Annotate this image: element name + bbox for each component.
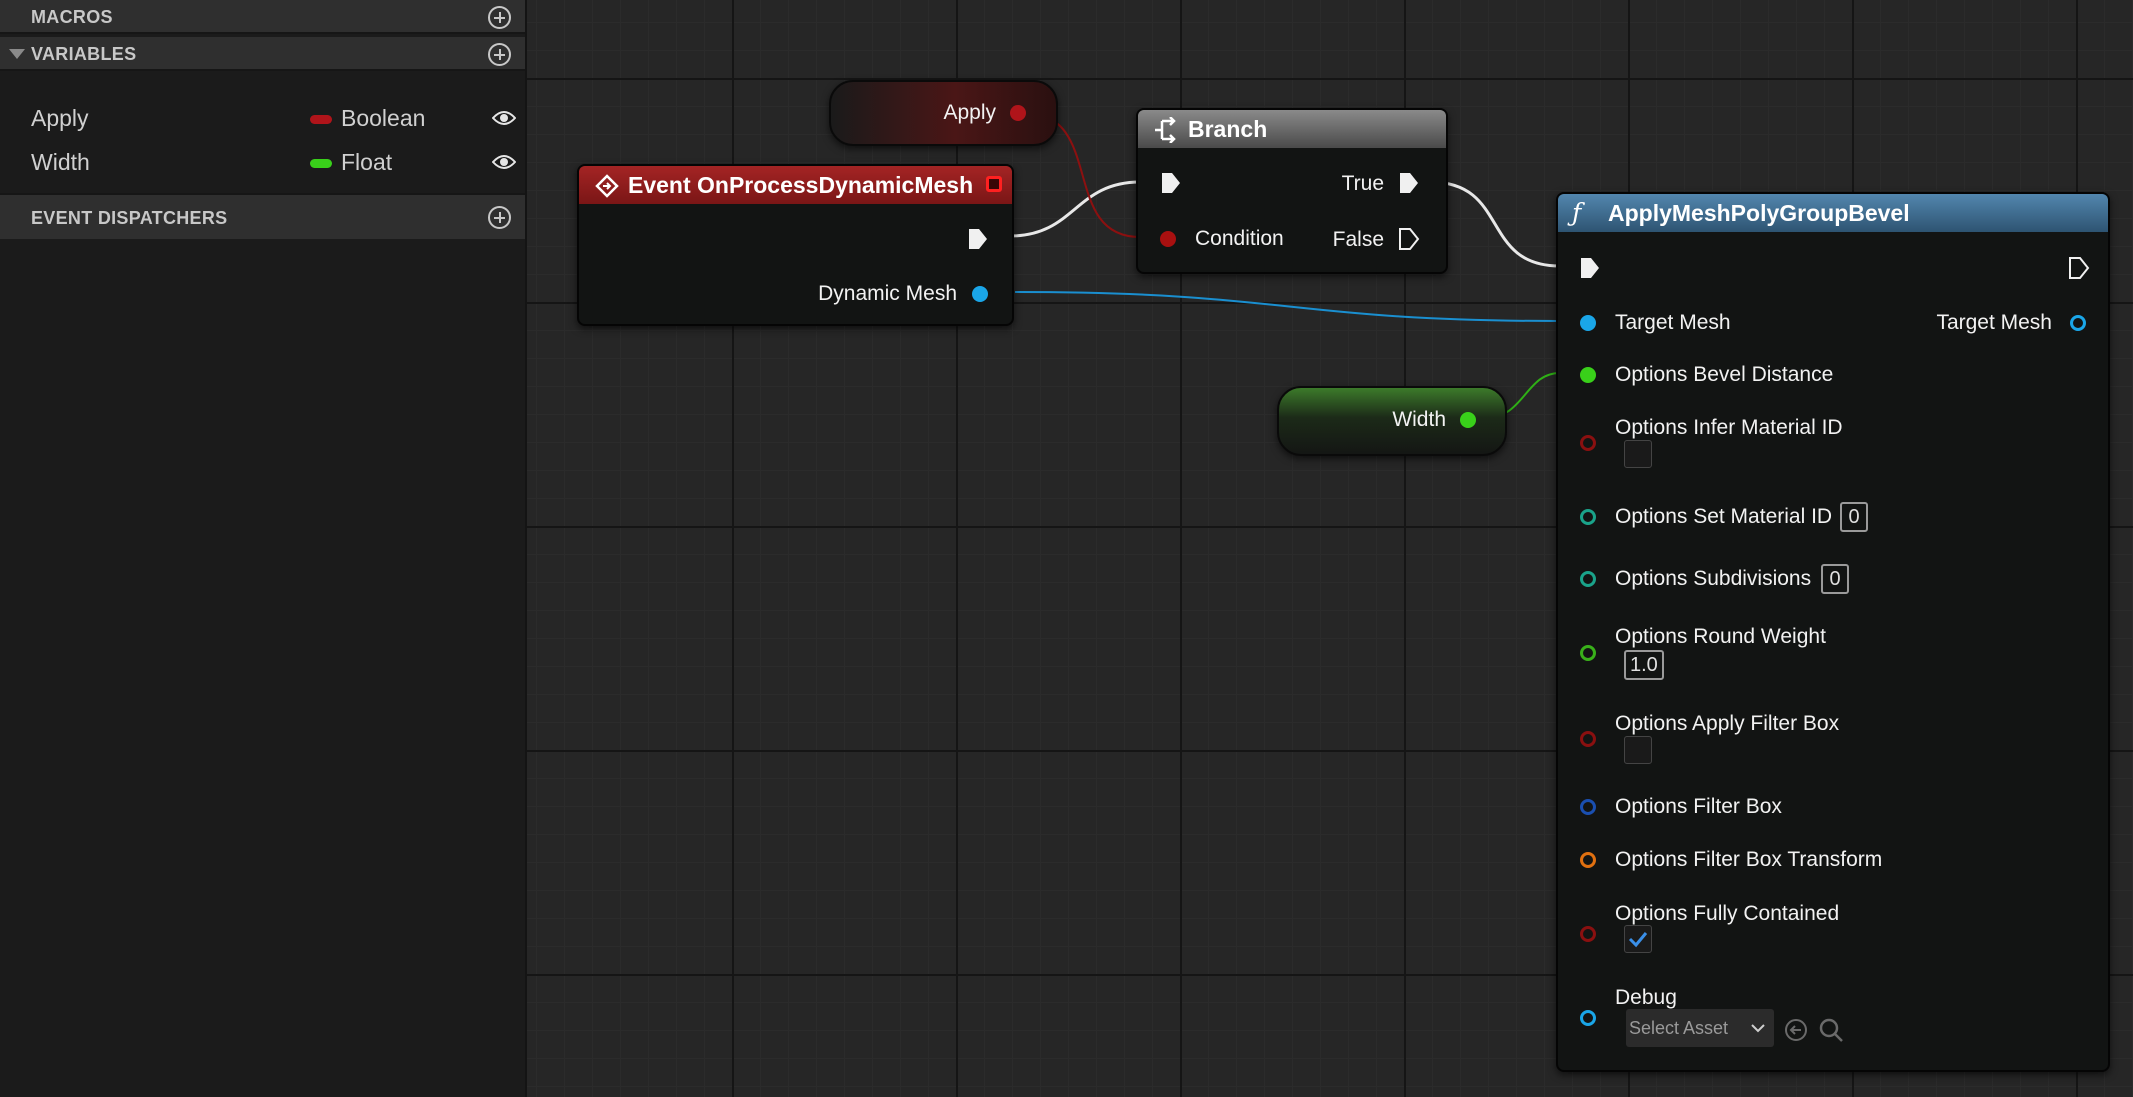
fully-contained-label: Options Fully Contained [1615, 902, 1840, 925]
chevron-down-icon [1751, 1024, 1765, 1033]
function-f-icon: ƒ [1572, 198, 1582, 227]
set-material-id-label: Options Set Material ID [1615, 505, 1833, 528]
branch-icon [1155, 117, 1176, 143]
apply-variable-getter-node[interactable]: Apply [829, 80, 1058, 146]
checkmark-icon [1628, 932, 1648, 948]
target-mesh-output-pin[interactable] [2070, 315, 2086, 331]
subdivisions-label: Options Subdivisions [1615, 567, 1812, 590]
exec-output-pin[interactable] [967, 227, 989, 251]
apply-output-pin[interactable] [1010, 105, 1026, 121]
width-output-pin[interactable] [1460, 412, 1476, 428]
filter-box-label: Options Filter Box [1615, 795, 1782, 818]
round-weight-value-field[interactable]: 1.0 [1624, 650, 1664, 680]
exec-output-pin[interactable] [2068, 256, 2090, 280]
variable-row-apply[interactable]: Apply Boolean [0, 97, 525, 141]
visibility-eye-icon[interactable] [492, 153, 516, 171]
target-mesh-input-label: Target Mesh [1615, 311, 1731, 334]
condition-input-pin[interactable] [1160, 231, 1176, 247]
collapse-arrow-icon[interactable] [9, 49, 25, 59]
filter-box-transform-input-pin[interactable] [1580, 852, 1596, 868]
dynamic-mesh-label: Dynamic Mesh [818, 282, 957, 305]
function-node-header: ƒ ApplyMeshPolyGroupBevel [1558, 194, 2108, 232]
event-node-title: Event OnProcessDynamicMesh [628, 172, 974, 198]
debug-asset-picker[interactable]: Select Asset [1626, 1009, 1774, 1047]
add-event-dispatcher-icon[interactable] [488, 206, 511, 229]
event-dispatchers-title: EVENT DISPATCHERS [31, 208, 228, 228]
true-label: True [1341, 172, 1384, 195]
set-material-id-value-field[interactable]: 0 [1840, 502, 1868, 532]
exec-input-pin[interactable] [1160, 171, 1182, 195]
variable-type: Float [341, 149, 393, 175]
target-mesh-input-pin[interactable] [1580, 315, 1596, 331]
visibility-eye-icon[interactable] [492, 109, 516, 127]
round-weight-label: Options Round Weight [1615, 625, 1826, 648]
subdivisions-input-pin[interactable] [1580, 571, 1596, 587]
function-node-title: ApplyMeshPolyGroupBevel [1608, 200, 1910, 226]
variables-section-header[interactable]: VARIABLES [0, 37, 525, 71]
apply-mesh-polygroup-bevel-node[interactable]: ƒ ApplyMeshPolyGroupBevel Target Mesh Ta… [1556, 192, 2110, 1072]
event-on-process-dynamic-mesh-node[interactable]: Event OnProcessDynamicMesh Dynamic Mesh [577, 164, 1014, 326]
branch-node-title: Branch [1188, 116, 1268, 142]
event-delegate-pin-icon[interactable] [986, 176, 1002, 192]
bevel-distance-input-pin[interactable] [1580, 367, 1596, 383]
fully-contained-checkbox[interactable] [1624, 925, 1652, 953]
false-label: False [1332, 228, 1384, 251]
event-diamond-icon [595, 174, 619, 198]
apply-filter-box-checkbox[interactable] [1624, 736, 1652, 764]
true-exec-output-pin[interactable] [1398, 171, 1420, 195]
select-asset-placeholder: Select Asset [1629, 1018, 1729, 1038]
width-getter-label: Width [1392, 408, 1446, 431]
variables-title: VARIABLES [31, 44, 137, 64]
infer-material-id-label: Options Infer Material ID [1615, 416, 1843, 439]
my-blueprint-panel: MACROS VARIABLES Apply Boolean Width Flo… [0, 0, 527, 1097]
infer-material-id-input-pin[interactable] [1580, 435, 1596, 451]
variable-name: Width [31, 149, 90, 175]
boolean-type-pill-icon [310, 115, 332, 124]
fully-contained-input-pin[interactable] [1580, 926, 1596, 942]
infer-material-id-checkbox[interactable] [1624, 440, 1652, 468]
branch-node-header: Branch [1138, 110, 1446, 148]
variable-name: Apply [31, 105, 89, 131]
apply-getter-label: Apply [943, 101, 996, 124]
macros-title: MACROS [31, 7, 113, 27]
add-macro-icon[interactable] [488, 6, 511, 29]
variable-type: Boolean [341, 105, 426, 131]
condition-label: Condition [1195, 227, 1284, 250]
filter-box-transform-label: Options Filter Box Transform [1615, 848, 1883, 871]
event-node-header: Event OnProcessDynamicMesh [579, 166, 1012, 204]
exec-input-pin[interactable] [1579, 256, 1601, 280]
target-mesh-output-label: Target Mesh [1936, 311, 2052, 334]
debug-input-pin[interactable] [1580, 1010, 1596, 1026]
subdivisions-value-field[interactable]: 0 [1821, 564, 1849, 594]
set-material-id-input-pin[interactable] [1580, 509, 1596, 525]
dynamic-mesh-output-pin[interactable] [972, 286, 988, 302]
round-weight-input-pin[interactable] [1580, 645, 1596, 661]
debug-label: Debug [1615, 986, 1677, 1009]
add-variable-icon[interactable] [488, 43, 511, 66]
apply-filter-box-input-pin[interactable] [1580, 731, 1596, 747]
use-selected-asset-arrow-icon[interactable] [1784, 1018, 1808, 1042]
event-dispatchers-section-header[interactable]: EVENT DISPATCHERS [0, 193, 525, 239]
width-variable-getter-node[interactable]: Width [1277, 386, 1507, 456]
false-exec-output-pin[interactable] [1398, 227, 1420, 251]
float-type-pill-icon [310, 159, 332, 168]
filter-box-input-pin[interactable] [1580, 799, 1596, 815]
browse-asset-search-icon[interactable] [1818, 1017, 1844, 1043]
macros-section-header[interactable]: MACROS [0, 0, 525, 34]
variable-row-width[interactable]: Width Float [0, 141, 525, 185]
branch-node[interactable]: Branch Condition True False [1136, 108, 1448, 274]
apply-filter-box-label: Options Apply Filter Box [1615, 712, 1840, 735]
bevel-distance-label: Options Bevel Distance [1615, 363, 1834, 386]
